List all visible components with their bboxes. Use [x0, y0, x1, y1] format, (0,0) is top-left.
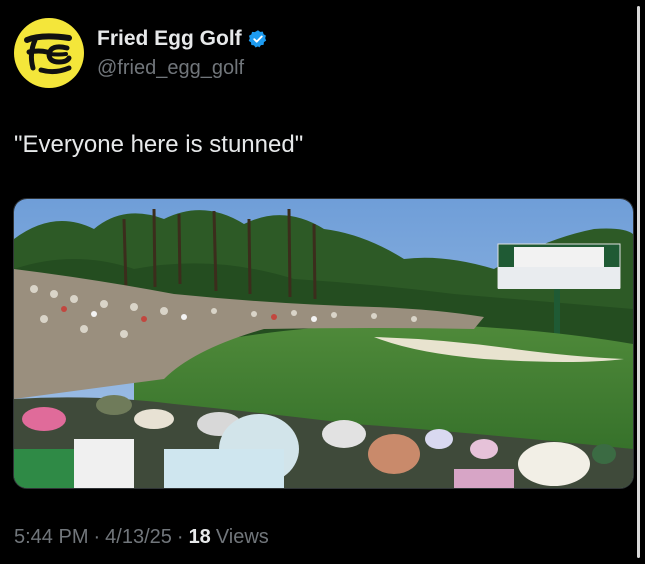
scrollbar[interactable]	[637, 6, 640, 558]
author-handle[interactable]: @fried_egg_golf	[97, 57, 244, 80]
verified-badge-icon	[248, 30, 266, 48]
meta-separator: ·	[176, 526, 184, 548]
tweet-text: "Everyone here is stunned"	[14, 131, 304, 158]
tweet-media[interactable]	[13, 198, 634, 489]
author-name-row[interactable]: Fried Egg Golf	[97, 27, 268, 51]
tweet-time[interactable]: 5:44 PM	[14, 526, 88, 549]
views-label[interactable]: Views	[216, 526, 269, 549]
views-count[interactable]: 18	[189, 526, 211, 549]
fried-egg-logo-icon	[24, 33, 72, 75]
display-name[interactable]: Fried Egg Golf	[97, 27, 242, 51]
golf-course-crowd-photo	[14, 199, 633, 488]
avatar[interactable]	[14, 18, 84, 88]
tweet-meta: 5:44 PM · 4/13/25 · 18 Views	[14, 526, 269, 549]
meta-separator: ·	[93, 526, 101, 548]
tweet-date[interactable]: 4/13/25	[105, 526, 172, 549]
